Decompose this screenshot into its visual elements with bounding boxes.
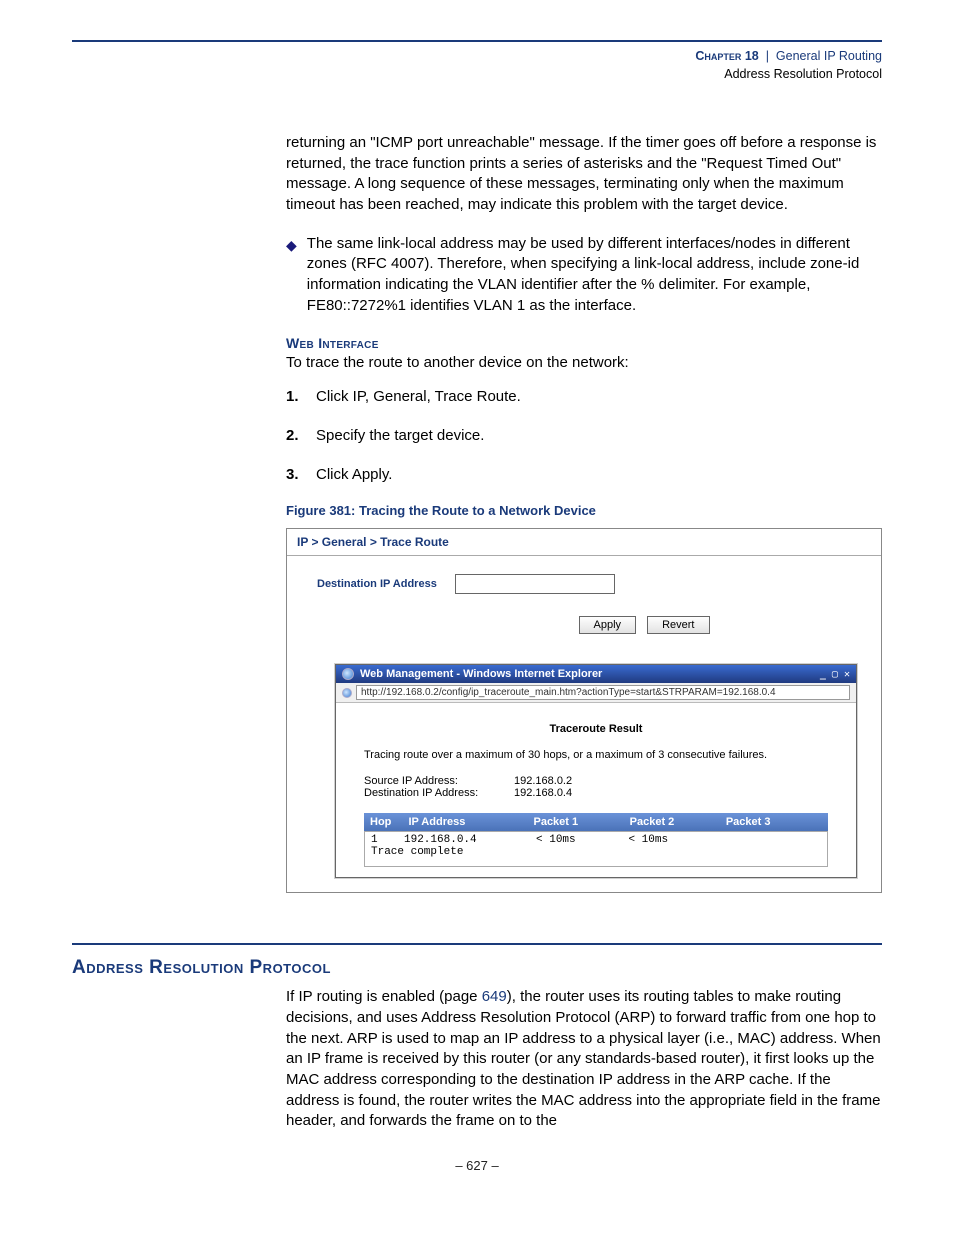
section-subtitle: Address Resolution Protocol	[72, 66, 882, 84]
col-ip: IP Address	[408, 816, 533, 828]
trace-output: 1 192.168.0.4 < 10ms < 10ms Trace comple…	[364, 831, 828, 867]
dest-ip-value: 192.168.0.4	[514, 787, 572, 799]
step-3: 3. Click Apply.	[286, 465, 882, 486]
page-link-649[interactable]: 649	[482, 988, 507, 1005]
source-ip-label: Source IP Address:	[364, 775, 514, 787]
step-text: Click Apply.	[316, 465, 392, 486]
arp-paragraph: If IP routing is enabled (page 649), the…	[286, 987, 882, 1132]
step-number: 1.	[286, 387, 306, 408]
trace-table: Hop IP Address Packet 1 Packet 2 Packet …	[364, 813, 828, 867]
web-interface-heading: Web Interface	[286, 335, 882, 351]
revert-button[interactable]: Revert	[647, 616, 709, 634]
figure-caption: Figure 381: Tracing the Route to a Netwo…	[286, 503, 882, 518]
chapter-title: General IP Routing	[776, 49, 882, 63]
step-number: 3.	[286, 465, 306, 486]
page-number: – 627 –	[72, 1158, 882, 1173]
arp-text-2: ), the router uses its routing tables to…	[286, 988, 881, 1129]
col-packet2: Packet 2	[630, 816, 726, 828]
step-number: 2.	[286, 426, 306, 447]
apply-button[interactable]: Apply	[579, 616, 637, 634]
step-2: 2. Specify the target device.	[286, 426, 882, 447]
col-packet1: Packet 1	[533, 816, 629, 828]
col-packet3: Packet 3	[726, 816, 822, 828]
page-header: Chapter 18 | General IP Routing Address …	[72, 40, 882, 83]
web-interface-intro: To trace the route to another device on …	[286, 353, 882, 374]
step-text: Click IP, General, Trace Route.	[316, 387, 521, 408]
result-description: Tracing route over a maximum of 30 hops,…	[364, 749, 828, 761]
result-meta: Source IP Address:192.168.0.2 Destinatio…	[364, 775, 828, 799]
section-rule	[72, 943, 882, 945]
step-text: Specify the target device.	[316, 426, 484, 447]
window-controls[interactable]: _ ▢ ✕	[820, 669, 850, 680]
bullet-text: The same link-local address may be used …	[307, 234, 882, 317]
bullet-item: ◆ The same link-local address may be use…	[286, 234, 882, 317]
ui-breadcrumb: IP > General > Trace Route	[287, 529, 881, 556]
result-title: Traceroute Result	[364, 723, 828, 735]
destination-ip-label: Destination IP Address	[317, 578, 437, 590]
source-ip-value: 192.168.0.2	[514, 775, 572, 787]
ie-icon	[342, 668, 354, 680]
chapter-label: Chapter 18	[695, 49, 758, 63]
url-field[interactable]: http://192.168.0.2/config/ip_traceroute_…	[356, 685, 850, 700]
destination-ip-input[interactable]	[455, 574, 615, 594]
separator: |	[766, 49, 769, 63]
arp-text-1: If IP routing is enabled (page	[286, 988, 482, 1005]
result-popup-window: Web Management - Windows Internet Explor…	[335, 664, 857, 878]
step-1: 1. Click IP, General, Trace Route.	[286, 387, 882, 408]
paragraph-continuation: returning an "ICMP port unreachable" mes…	[286, 133, 882, 216]
dest-ip-label: Destination IP Address:	[364, 787, 514, 799]
col-hop: Hop	[370, 816, 408, 828]
arp-section-title: Address Resolution Protocol	[72, 957, 882, 979]
url-icon	[342, 688, 352, 698]
bullet-diamond-icon: ◆	[286, 236, 297, 317]
trace-route-screenshot: IP > General > Trace Route Destination I…	[286, 528, 882, 893]
popup-title: Web Management - Windows Internet Explor…	[360, 668, 602, 680]
